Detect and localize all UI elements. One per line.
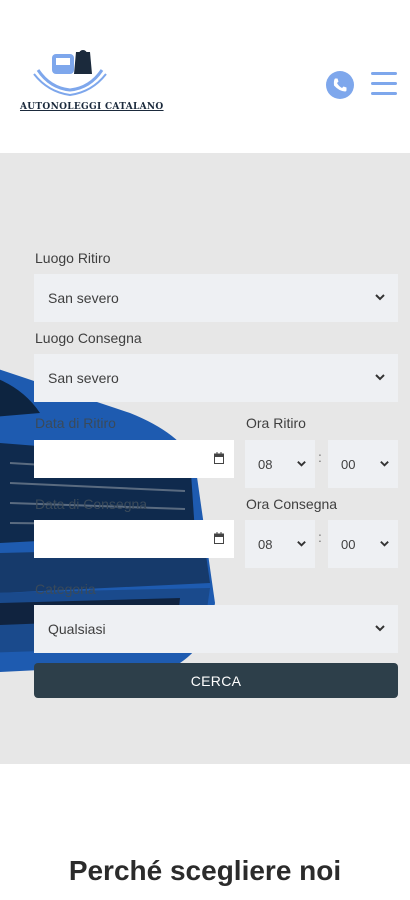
dropoff-time-label: Ora Consegna: [246, 496, 338, 512]
hamburger-menu-button[interactable]: [368, 68, 400, 100]
menu-bar-icon: [371, 82, 397, 85]
site-header: AUTONOLEGGI CATALANO: [0, 0, 410, 153]
time-separator: :: [318, 449, 322, 465]
search-hero: Luogo Ritiro San severo Luogo Consegna S…: [0, 153, 410, 764]
dropoff-hour-value: 08: [258, 536, 273, 552]
dropoff-location-select[interactable]: San severo: [34, 354, 398, 402]
chevron-down-icon: [380, 461, 389, 467]
chevron-down-icon: [375, 625, 385, 632]
dropoff-minute-select[interactable]: 00: [328, 520, 398, 568]
logo-text: AUTONOLEGGI CATALANO: [20, 102, 164, 112]
pickup-hour-select[interactable]: 08: [245, 440, 315, 488]
dropoff-date-input[interactable]: [34, 520, 234, 558]
pickup-hour-value: 08: [258, 456, 273, 472]
menu-bar-icon: [371, 92, 397, 95]
pickup-minute-value: 00: [341, 456, 356, 472]
pickup-date-input[interactable]: [34, 440, 234, 478]
dropoff-minute-value: 00: [341, 536, 356, 552]
phone-button[interactable]: [326, 71, 354, 99]
dropoff-date-label: Data di Consegna: [35, 496, 148, 512]
phone-icon: [333, 78, 347, 92]
car-logo-icon: [33, 50, 107, 97]
pickup-location-select[interactable]: San severo: [34, 274, 398, 322]
chevron-down-icon: [380, 541, 389, 547]
dropoff-hour-select[interactable]: 08: [245, 520, 315, 568]
search-button[interactable]: CERCA: [34, 663, 398, 698]
chevron-down-icon: [375, 374, 385, 381]
pickup-date-label: Data di Ritiro: [35, 415, 116, 431]
chevron-down-icon: [297, 541, 306, 547]
dropoff-location-value: San severo: [48, 370, 119, 386]
pickup-minute-select[interactable]: 00: [328, 440, 398, 488]
calendar-icon: [214, 532, 224, 544]
chevron-down-icon: [375, 294, 385, 301]
chevron-down-icon: [297, 461, 306, 467]
category-select[interactable]: Qualsiasi: [34, 605, 398, 653]
menu-bar-icon: [371, 72, 397, 75]
category-label: Categoria: [35, 581, 96, 597]
pickup-location-label: Luogo Ritiro: [35, 250, 111, 266]
section-title: Perché scegliere noi: [68, 855, 342, 886]
logo[interactable]: AUTONOLEGGI CATALANO: [20, 40, 164, 120]
pickup-location-value: San severo: [48, 290, 119, 306]
calendar-icon: [214, 452, 224, 464]
pickup-time-label: Ora Ritiro: [246, 415, 306, 431]
dropoff-location-label: Luogo Consegna: [35, 330, 142, 346]
category-value: Qualsiasi: [48, 621, 106, 637]
time-separator: :: [318, 529, 322, 545]
